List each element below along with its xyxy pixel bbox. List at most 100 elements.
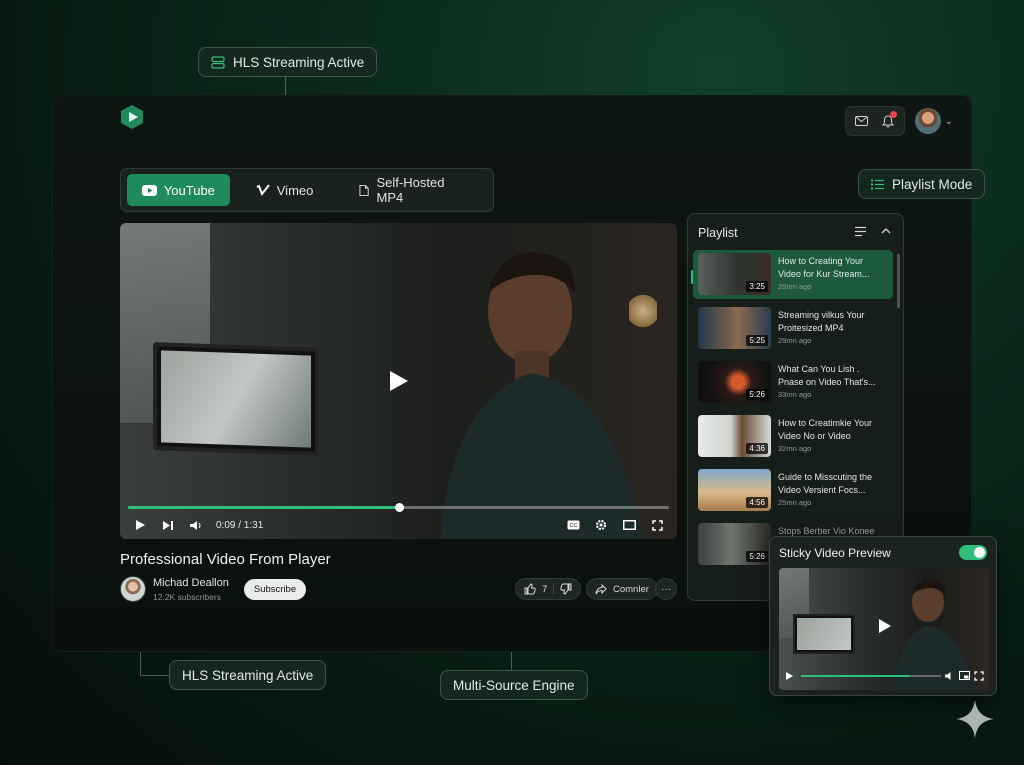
settings-gear-icon[interactable] — [593, 517, 609, 533]
like-count: 7 — [542, 583, 548, 595]
share-icon — [595, 583, 607, 594]
callout-playlist-mode: Playlist Mode — [858, 169, 986, 199]
play-icon[interactable] — [386, 369, 410, 393]
tab-youtube[interactable]: YouTube — [127, 174, 230, 206]
list-icon — [871, 179, 884, 189]
playlist-item-title: How to Creatimkie Your — [778, 418, 873, 428]
notification-badge — [889, 111, 897, 118]
source-tabs: YouTube Vimeo Self-Hosted MP4 — [120, 168, 494, 212]
thumbs-up-icon[interactable] — [524, 583, 536, 595]
tab-vimeo-label: Vimeo — [276, 182, 314, 198]
callout-hls-top-label: HLS Streaming Active — [233, 54, 365, 70]
playlist-item[interactable]: 4:36 How to Creatimkie Your Video No or V… — [693, 412, 893, 461]
duration-badge: 4:36 — [746, 443, 768, 454]
like-dislike-group: 7 — [515, 578, 582, 600]
video-title: Professional Video From Player — [120, 551, 331, 568]
volume-icon[interactable] — [188, 517, 204, 533]
play-control-icon[interactable] — [132, 517, 148, 533]
channel-name[interactable]: Michad Deallon — [153, 577, 229, 589]
callout-hls-bottom-label: HLS Streaming Active — [182, 667, 314, 683]
playlist-item-title: Video for Kur Stream... — [778, 268, 870, 279]
server-icon — [211, 55, 225, 69]
tab-vimeo[interactable]: Vimeo — [236, 174, 334, 206]
user-avatar[interactable] — [914, 108, 941, 134]
youtube-icon — [141, 184, 157, 196]
share-label: Comnler — [613, 583, 649, 595]
playlist-thumbnail: 5:26 — [698, 523, 771, 565]
playlist-thumbnail: 5:25 — [698, 307, 771, 349]
sticky-video-preview: Sticky Video Preview — [769, 536, 997, 696]
duration-badge: 5:26 — [746, 389, 768, 400]
playlist-item-time: 29mn ago — [778, 336, 812, 345]
share-button[interactable]: Comnler — [586, 578, 658, 600]
playlist-item-time: 32mn ago — [778, 444, 812, 453]
playlist-item-time: 29mn ago — [778, 282, 812, 291]
chevron-up-icon[interactable] — [881, 226, 891, 237]
playlist-scrollbar[interactable] — [897, 254, 900, 308]
tab-self-hosted[interactable]: Self-Hosted MP4 — [339, 174, 487, 206]
playlist-item-time: 25mn ago — [778, 498, 812, 507]
mail-icon[interactable] — [850, 110, 874, 132]
sticky-video-player[interactable] — [779, 568, 989, 690]
toggle-knob — [974, 547, 985, 558]
playlist-item[interactable]: 3:25 How to Creating Your Video for Kur S… — [693, 250, 893, 299]
bell-icon[interactable] — [876, 110, 900, 132]
sticky-toggle[interactable] — [959, 545, 987, 560]
fullscreen-icon[interactable] — [649, 517, 665, 533]
time-display: 0:09 / 1:31 — [216, 519, 264, 531]
duration-badge: 5:25 — [746, 335, 768, 346]
sticky-volume-icon[interactable] — [944, 671, 955, 681]
sticky-play-icon[interactable] — [876, 618, 892, 634]
callout-multi-source-label: Multi-Source Engine — [453, 677, 575, 693]
playlist-title: Playlist — [698, 226, 738, 240]
playlist-item-title: Guide to Misscuting the — [778, 472, 873, 482]
thumbs-down-icon[interactable] — [560, 583, 572, 595]
playlist-item-title: Video Versient Focs... — [778, 484, 866, 495]
tab-youtube-label: YouTube — [163, 182, 215, 198]
callout-hls-bottom: HLS Streaming Active — [169, 660, 327, 690]
more-options-button[interactable]: ··· — [655, 578, 677, 600]
subscribe-button[interactable]: Subscribe — [244, 579, 306, 600]
playlist-item-title: Pnase on Video That's... — [778, 376, 876, 387]
playlist-item-time: 33mn ago — [778, 390, 812, 399]
playlist-item[interactable]: 4:56 Guide to Misscuting the Video Versie… — [693, 466, 893, 515]
playlist-item-title: Video No or Video — [778, 430, 851, 441]
playlist-thumbnail: 4:36 — [698, 415, 771, 457]
chevron-down-icon[interactable]: ⌄ — [945, 116, 953, 127]
playlist-item[interactable]: 5:26 What Can You Lish . Pnase on Video T… — [693, 358, 893, 407]
channel-avatar[interactable] — [120, 576, 146, 602]
playlist-item-title: How to Creating Your — [778, 256, 864, 266]
header-actions: ⌄ — [844, 106, 953, 136]
captions-icon[interactable]: CC — [565, 517, 581, 533]
sticky-progress-bar[interactable] — [801, 675, 941, 677]
playlist-item-title: What Can You Lish . — [778, 364, 860, 374]
theater-mode-icon[interactable] — [621, 517, 637, 533]
connector-line — [140, 675, 170, 676]
sort-icon[interactable] — [854, 226, 867, 237]
player-controls: 0:09 / 1:31 CC — [132, 515, 665, 535]
duration-badge: 3:25 — [746, 281, 768, 292]
tab-self-hosted-label: Self-Hosted MP4 — [376, 175, 445, 205]
progress-knob[interactable] — [394, 503, 404, 512]
vimeo-icon — [256, 184, 270, 196]
next-icon[interactable] — [160, 517, 176, 533]
progress-bar[interactable] — [128, 503, 669, 512]
sticky-play-control-icon[interactable] — [785, 671, 794, 681]
logo-icon — [119, 104, 145, 130]
playlist-item-title: Proitesized MP4 — [778, 322, 844, 333]
header-icon-group — [844, 106, 905, 136]
sticky-pip-icon[interactable] — [959, 671, 970, 681]
playlist-thumbnail: 5:26 — [698, 361, 771, 403]
progress-fill — [128, 506, 399, 509]
subscriber-count: 12.2K subscribers — [153, 592, 222, 602]
sparkle-icon — [956, 700, 994, 738]
file-icon — [359, 184, 370, 196]
callout-multi-source: Multi-Source Engine — [440, 670, 588, 700]
video-player[interactable]: 0:09 / 1:31 CC — [120, 223, 677, 539]
sticky-title: Sticky Video Preview — [779, 546, 891, 560]
playlist-header-actions — [854, 226, 891, 237]
duration-badge: 4:56 — [746, 497, 768, 508]
video-frame-person — [440, 252, 645, 539]
playlist-item[interactable]: 5:25 Streaming vilkus Your Proitesized MP… — [693, 304, 893, 353]
sticky-fullscreen-icon[interactable] — [974, 671, 984, 681]
